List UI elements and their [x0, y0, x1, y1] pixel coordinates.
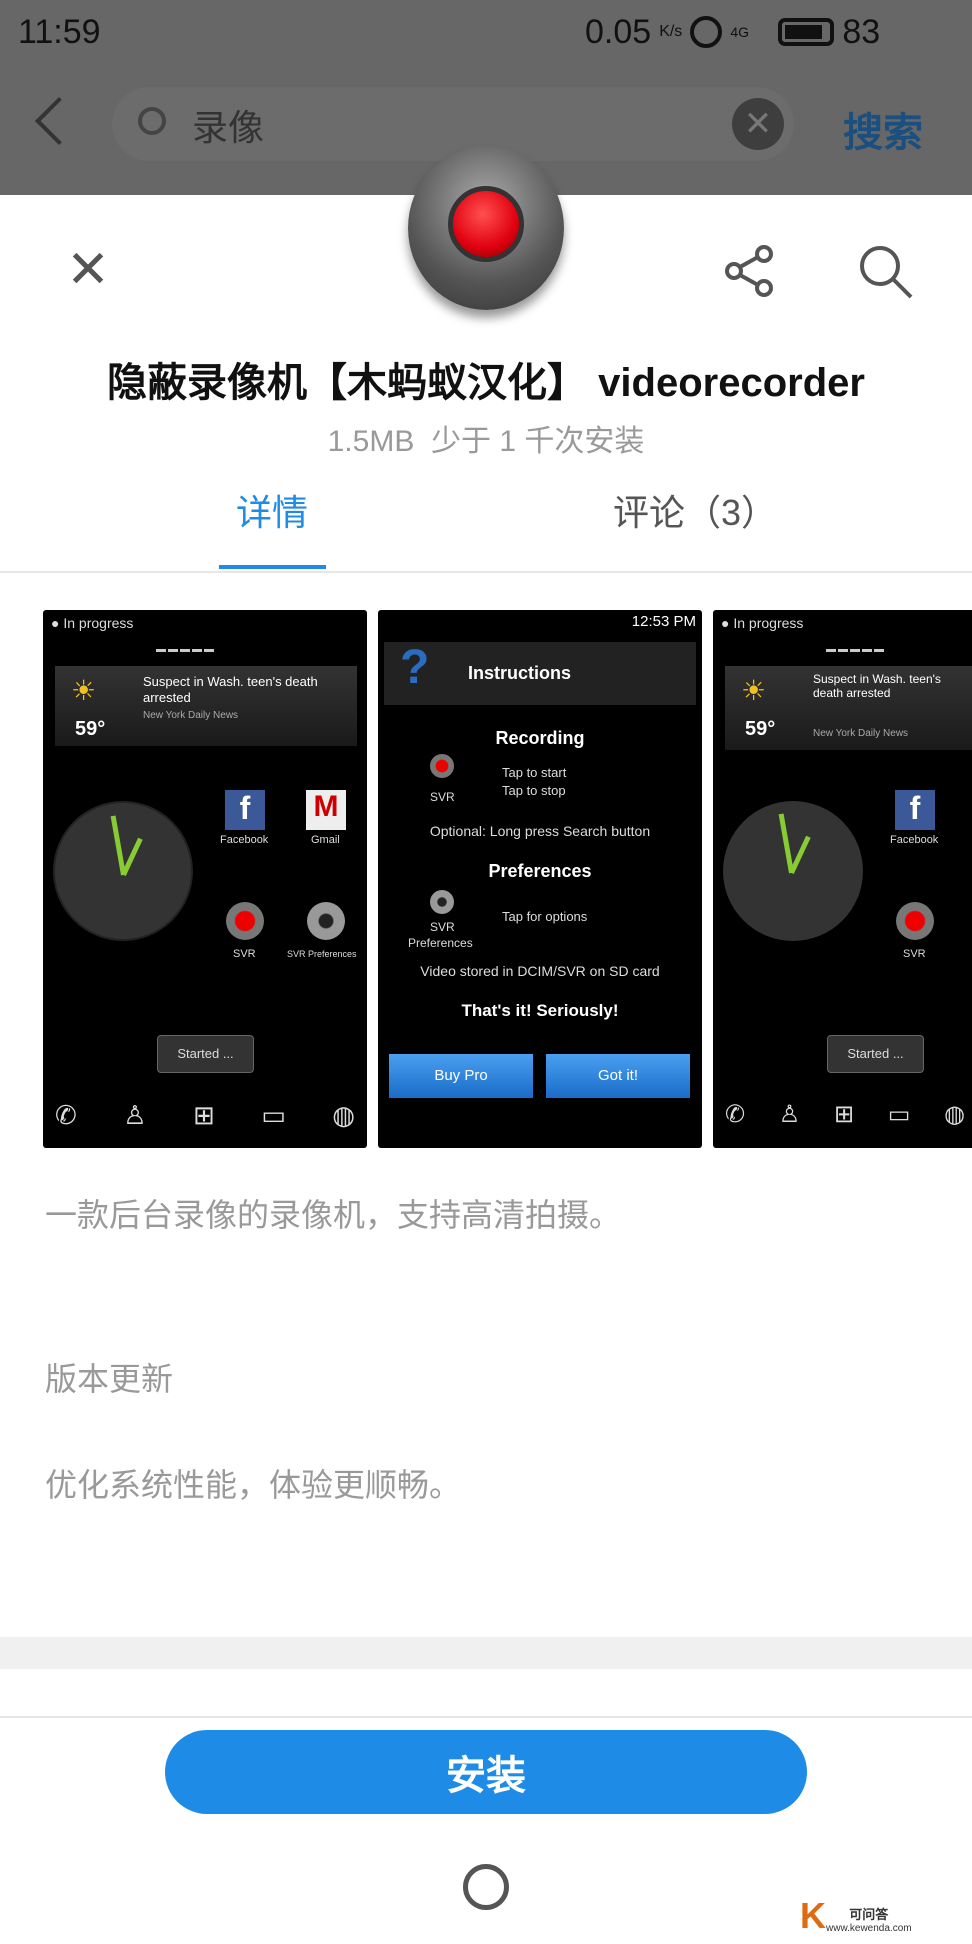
news-headline: Suspect in Wash. teen's death arrested — [143, 674, 318, 705]
watermark-text: 可问答 — [849, 1907, 889, 1922]
battery-level: 83 — [842, 13, 881, 51]
update-heading: 版本更新 — [45, 1361, 174, 1397]
search-submit-button[interactable]: 搜索 — [843, 100, 923, 158]
svr-preferences-icon — [307, 902, 345, 940]
screenshot-instructions[interactable]: 12:53 PM ? Instructions Recording SVR Ta… — [378, 610, 702, 1148]
status-text: In progress — [733, 615, 804, 631]
section-separator — [0, 1637, 972, 1669]
instructions-title: Instructions — [468, 663, 572, 683]
svr-icon — [896, 902, 934, 940]
screenshot-home-2[interactable]: ● In progress ▬▬▬▬▬ ☀ 59° Suspect in Was… — [713, 610, 972, 1148]
svr-preferences-icon — [430, 890, 454, 914]
temperature: 59° — [75, 718, 106, 740]
search-input[interactable]: 录像 ✕ — [112, 87, 794, 161]
screenshot-home[interactable]: ● In progress ▬▬▬▬▬ ☀ 59° Suspect in Was… — [43, 610, 367, 1148]
app-meta: 1.5MB 少于 1 千次安装 — [0, 416, 972, 460]
preferences-label: Preferences — [408, 936, 473, 950]
app-label: Facebook — [890, 834, 939, 846]
battery-icon — [778, 18, 835, 46]
help-icon: ? — [400, 641, 430, 694]
search-icon — [138, 107, 166, 135]
signal-icon: 4G — [730, 24, 749, 40]
temperature: 59° — [745, 718, 776, 740]
watermark: K 可问答 www.kewenda.com — [800, 1895, 912, 1936]
update-notes: 优化系统性能，体验更顺畅。 — [45, 1467, 462, 1503]
svr-icon — [226, 902, 264, 940]
svr-label: SVR — [430, 790, 455, 804]
share-icon — [725, 245, 773, 297]
app-description: 一款后台录像的录像机，支持高清拍摄。 — [45, 1197, 622, 1233]
clear-search-button[interactable]: ✕ — [732, 98, 784, 150]
dock-icons: ✆ ♙ ⊞ ▭ ◍ — [55, 1100, 355, 1130]
news-headline: Suspect in Wash. teen's death arrested — [813, 672, 941, 700]
active-tab-indicator — [219, 565, 326, 569]
recording-heading: Recording — [495, 728, 585, 748]
home-button[interactable] — [463, 1864, 509, 1910]
watermark-logo: K — [800, 1895, 826, 1936]
svr-icon — [430, 754, 454, 778]
page-dots: ▬▬▬▬▬ — [826, 644, 886, 655]
app-title: 隐蔽录像机【木蚂蚁汉化】 videorecorder — [107, 361, 865, 405]
gmail-icon: M — [306, 790, 346, 830]
weather-icon: ☀ — [741, 675, 767, 706]
got-it-button: Got it! — [546, 1054, 690, 1098]
page-dots: ▬▬▬▬▬ — [156, 644, 216, 655]
storage-text: Video stored in DCIM/SVR on SD card — [420, 963, 660, 979]
clock-icon — [53, 801, 193, 941]
footer-divider — [0, 1716, 972, 1718]
news-source: New York Daily News — [143, 710, 239, 721]
tap-options-text: Tap for options — [502, 909, 588, 924]
tap-stop-text: Tap to stop — [502, 783, 566, 798]
news-source: New York Daily News — [813, 728, 909, 739]
search-button[interactable] — [858, 244, 914, 300]
app-label: Facebook — [220, 834, 269, 846]
tap-start-text: Tap to start — [502, 765, 567, 780]
alarm-icon — [690, 16, 723, 48]
install-button[interactable]: 安装 — [165, 1730, 807, 1814]
svr-label: SVR — [430, 920, 455, 934]
app-icon — [408, 146, 564, 310]
app-label: SVR — [233, 948, 256, 960]
status-icons: 0.05 K/s 4G 83 — [585, 10, 880, 54]
started-button: Started ... — [157, 1035, 254, 1073]
app-label: SVR — [903, 948, 926, 960]
search-query: 录像 — [192, 107, 265, 148]
status-time: 11:59 — [18, 13, 101, 51]
close-button[interactable]: ✕ — [60, 240, 116, 300]
tab-reviews[interactable]: 评论（3） — [613, 490, 777, 536]
watermark-url: www.kewenda.com — [826, 1923, 912, 1934]
app-label: SVR Preferences — [287, 949, 357, 959]
clock-icon — [723, 801, 863, 941]
app-label: Gmail — [311, 834, 340, 846]
tab-divider — [0, 571, 972, 573]
facebook-icon: f — [895, 790, 935, 830]
install-count: 少于 1 千次安装 — [431, 425, 645, 458]
status-text: In progress — [63, 615, 134, 631]
search-icon — [860, 246, 913, 299]
weather-icon: ☀ — [71, 675, 97, 706]
app-size: 1.5MB — [327, 425, 415, 458]
tab-details[interactable]: 详情 — [236, 490, 308, 536]
share-button[interactable] — [722, 244, 776, 298]
buy-pro-button: Buy Pro — [389, 1054, 533, 1098]
optional-text: Optional: Long press Search button — [429, 823, 651, 839]
net-speed: 0.05 — [585, 13, 652, 51]
dock-icons: ✆ ♙ ⊞ ▭ ◍ — [725, 1101, 965, 1128]
status-time: 12:53 PM — [631, 613, 696, 630]
preferences-heading: Preferences — [488, 861, 592, 881]
net-unit: K/s — [659, 23, 683, 40]
seriously-text: That's it! Seriously! — [461, 1001, 619, 1020]
facebook-icon: f — [225, 790, 265, 830]
started-button: Started ... — [827, 1035, 924, 1073]
